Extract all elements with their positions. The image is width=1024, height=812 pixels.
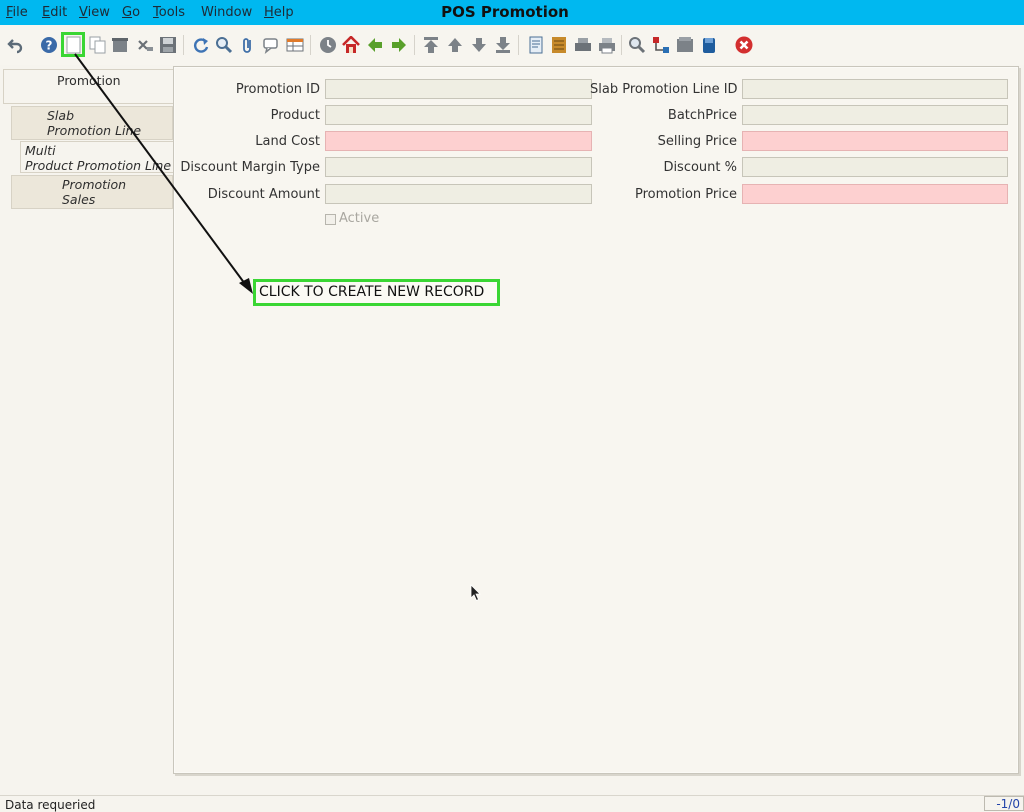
- discount-amount-label: Discount Amount: [207, 187, 320, 202]
- tab-label: Promotion: [57, 73, 121, 88]
- promotion-id-field[interactable]: [325, 79, 592, 99]
- tab-label: Promotion: [62, 177, 127, 192]
- attachment-icon[interactable]: [239, 36, 257, 54]
- batch-price-label: BatchPrice: [667, 108, 737, 123]
- tab-promotion[interactable]: Promotion: [3, 69, 174, 104]
- report-icon[interactable]: [527, 36, 545, 54]
- product-field[interactable]: [325, 105, 592, 125]
- delete-icon[interactable]: [111, 36, 129, 54]
- tab-label: Product Promotion Line: [25, 158, 172, 173]
- promotion-price-label: Promotion Price: [635, 187, 737, 202]
- parent-record-icon[interactable]: [366, 36, 384, 54]
- print-preview-icon[interactable]: [574, 36, 592, 54]
- status-bar: Data requeried -1/0: [0, 795, 1024, 812]
- tab-promotion-sales[interactable]: Promotion Sales: [11, 175, 173, 209]
- archive-icon[interactable]: [550, 36, 568, 54]
- slab-promotion-line-id-field[interactable]: [742, 79, 1008, 99]
- selling-price-label: Selling Price: [657, 134, 737, 149]
- lock-icon[interactable]: [700, 36, 718, 54]
- discount-margin-type-label: Discount Margin Type: [180, 160, 320, 175]
- record-count: -1/0: [984, 796, 1024, 811]
- annotation-callout: CLICK TO CREATE NEW RECORD: [253, 279, 500, 306]
- detail-record-icon[interactable]: [390, 36, 408, 54]
- tab-label: Sales: [62, 192, 96, 207]
- tab-multi-product-promotion-line[interactable]: Multi Product Promotion Line: [20, 141, 174, 173]
- workflow-icon[interactable]: [652, 36, 670, 54]
- product-info-icon[interactable]: [676, 36, 694, 54]
- batch-price-field[interactable]: [742, 105, 1008, 125]
- last-record-icon[interactable]: [494, 36, 512, 54]
- active-checkbox[interactable]: [325, 214, 336, 225]
- save-icon[interactable]: [159, 36, 177, 54]
- land-cost-label: Land Cost: [255, 134, 320, 149]
- help-icon[interactable]: ?: [40, 36, 58, 54]
- home-icon[interactable]: [342, 36, 360, 54]
- tab-label: Multi: [25, 143, 56, 158]
- exit-icon[interactable]: [735, 36, 753, 54]
- selling-price-field[interactable]: [742, 131, 1008, 151]
- new-record-highlight: [61, 32, 85, 57]
- promotion-id-label: Promotion ID: [235, 82, 320, 97]
- discount-amount-field[interactable]: [325, 184, 592, 204]
- next-record-icon[interactable]: [470, 36, 488, 54]
- copy-record-icon[interactable]: [89, 36, 107, 54]
- first-record-icon[interactable]: [422, 36, 440, 54]
- tab-label: Slab: [47, 108, 75, 123]
- discount-margin-type-field[interactable]: [325, 157, 592, 177]
- delete-selection-icon[interactable]: [136, 36, 154, 54]
- mouse-cursor-icon: [470, 584, 481, 602]
- refresh-icon[interactable]: [192, 36, 210, 54]
- svg-text:?: ?: [46, 39, 53, 53]
- land-cost-field[interactable]: [325, 131, 592, 151]
- product-label: Product: [270, 108, 320, 123]
- toolbar-separator: [518, 35, 519, 55]
- print-icon[interactable]: [598, 36, 616, 54]
- zoom-across-icon[interactable]: [628, 36, 646, 54]
- find-icon[interactable]: [215, 36, 233, 54]
- title-bar: File Edit View Go Tools Window Help POS …: [0, 0, 1024, 25]
- promotion-price-field[interactable]: [742, 184, 1008, 204]
- window-title: POS Promotion: [441, 3, 569, 21]
- previous-record-icon[interactable]: [446, 36, 464, 54]
- grid-toggle-icon[interactable]: [286, 36, 304, 54]
- undo-icon[interactable]: [7, 36, 25, 54]
- tab-slab-promotion-line[interactable]: Slab Promotion Line: [11, 106, 173, 140]
- history-icon[interactable]: [319, 36, 337, 54]
- tab-label: Promotion Line: [47, 123, 142, 138]
- toolbar: ?: [0, 25, 1024, 65]
- toolbar-separator: [183, 35, 184, 55]
- chat-icon[interactable]: [262, 36, 280, 54]
- active-label: Active: [339, 211, 380, 226]
- toolbar-separator: [621, 35, 622, 55]
- discount-pct-field[interactable]: [742, 157, 1008, 177]
- toolbar-separator: [414, 35, 415, 55]
- toolbar-separator: [310, 35, 311, 55]
- slab-promotion-line-id-label: Slab Promotion Line ID: [590, 82, 738, 97]
- discount-pct-label: Discount %: [663, 160, 737, 175]
